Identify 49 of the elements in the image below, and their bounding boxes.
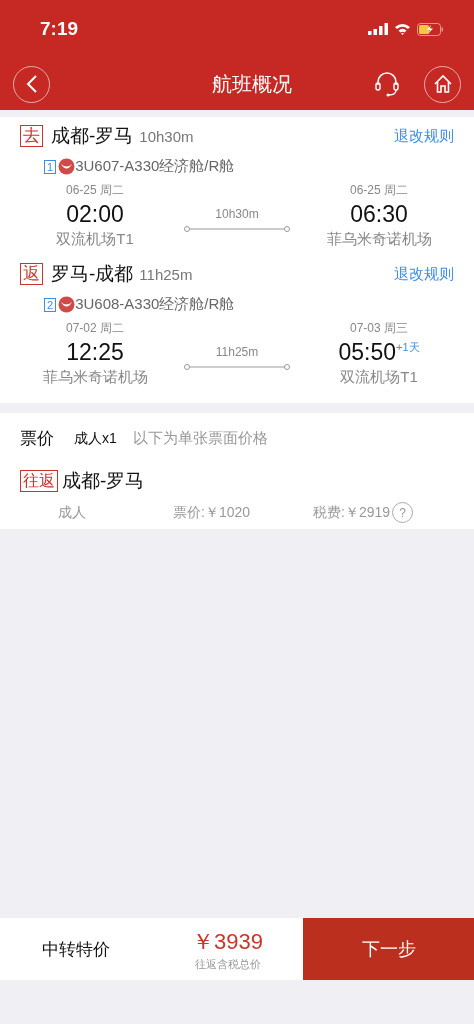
- trip-duration: 11h25m: [139, 265, 194, 283]
- route-title: 成都-罗马: [51, 124, 134, 148]
- headset-icon[interactable]: [374, 70, 400, 98]
- wifi-icon: [394, 23, 411, 35]
- back-icon: [24, 74, 39, 94]
- home-icon: [432, 74, 453, 94]
- departure-time: 02:00: [66, 201, 124, 228]
- tax-amount: 税费:￥2919: [313, 503, 391, 522]
- total-price: ￥3939: [192, 927, 263, 956]
- direction-badge: 返: [20, 262, 43, 286]
- arrival-airport: 双流机场T1: [340, 368, 418, 387]
- next-button[interactable]: 下一步: [303, 918, 474, 980]
- fare-title: 票价: [20, 428, 54, 450]
- fare-type-label: 中转特价: [41, 938, 111, 961]
- departure-date: 06-25 周二: [66, 182, 124, 199]
- round-trip-badge: 往返: [20, 470, 58, 492]
- arrival-airport: 菲乌米奇诺机场: [326, 230, 432, 249]
- flight-duration: 11h25m: [215, 344, 259, 359]
- flight-info: 3U607-A330经济舱/R舱: [75, 157, 235, 176]
- arrival-time: 05:50$^{+1天}$: [338, 339, 420, 366]
- departure-date: 07-02 周二: [66, 320, 124, 337]
- segment-index: 1: [44, 159, 57, 174]
- departure-airport: 双流机场T1: [56, 230, 134, 249]
- direction-badge: 去: [20, 124, 43, 148]
- page-title: 航班概况: [211, 71, 293, 97]
- battery-icon: [417, 22, 444, 36]
- signal-icon: [368, 23, 388, 35]
- airline-logo-icon: [58, 158, 76, 175]
- departure-time: 12:25: [66, 339, 124, 366]
- flight-info: 3U608-A330经济舱/R舱: [75, 295, 235, 314]
- route-title: 罗马-成都: [51, 262, 134, 286]
- ticket-price: 票价:￥1020: [173, 503, 252, 522]
- day-offset: +1天: [396, 341, 420, 354]
- arrival-date: 06-25 周二: [350, 182, 408, 199]
- flight-duration: 10h30m: [215, 206, 259, 221]
- passenger-type: 成人: [58, 503, 87, 522]
- arrival-time: 06:30: [350, 201, 408, 228]
- status-time: 7:19: [40, 18, 79, 40]
- fare-route: 成都-罗马: [62, 469, 145, 493]
- departure-airport: 菲乌米奇诺机场: [42, 368, 148, 387]
- trip-duration: 10h30m: [139, 127, 195, 145]
- total-note: 往返含税总价: [194, 956, 261, 972]
- rules-link[interactable]: 退改规则: [394, 126, 454, 146]
- rules-link[interactable]: 退改规则: [394, 264, 454, 284]
- passenger-count: 成人x1: [74, 429, 117, 448]
- segment-index: 2: [44, 297, 57, 312]
- fare-note: 以下为单张票面价格: [132, 429, 268, 448]
- airline-logo-icon: [58, 296, 76, 313]
- arrival-date: 07-03 周三: [350, 320, 408, 337]
